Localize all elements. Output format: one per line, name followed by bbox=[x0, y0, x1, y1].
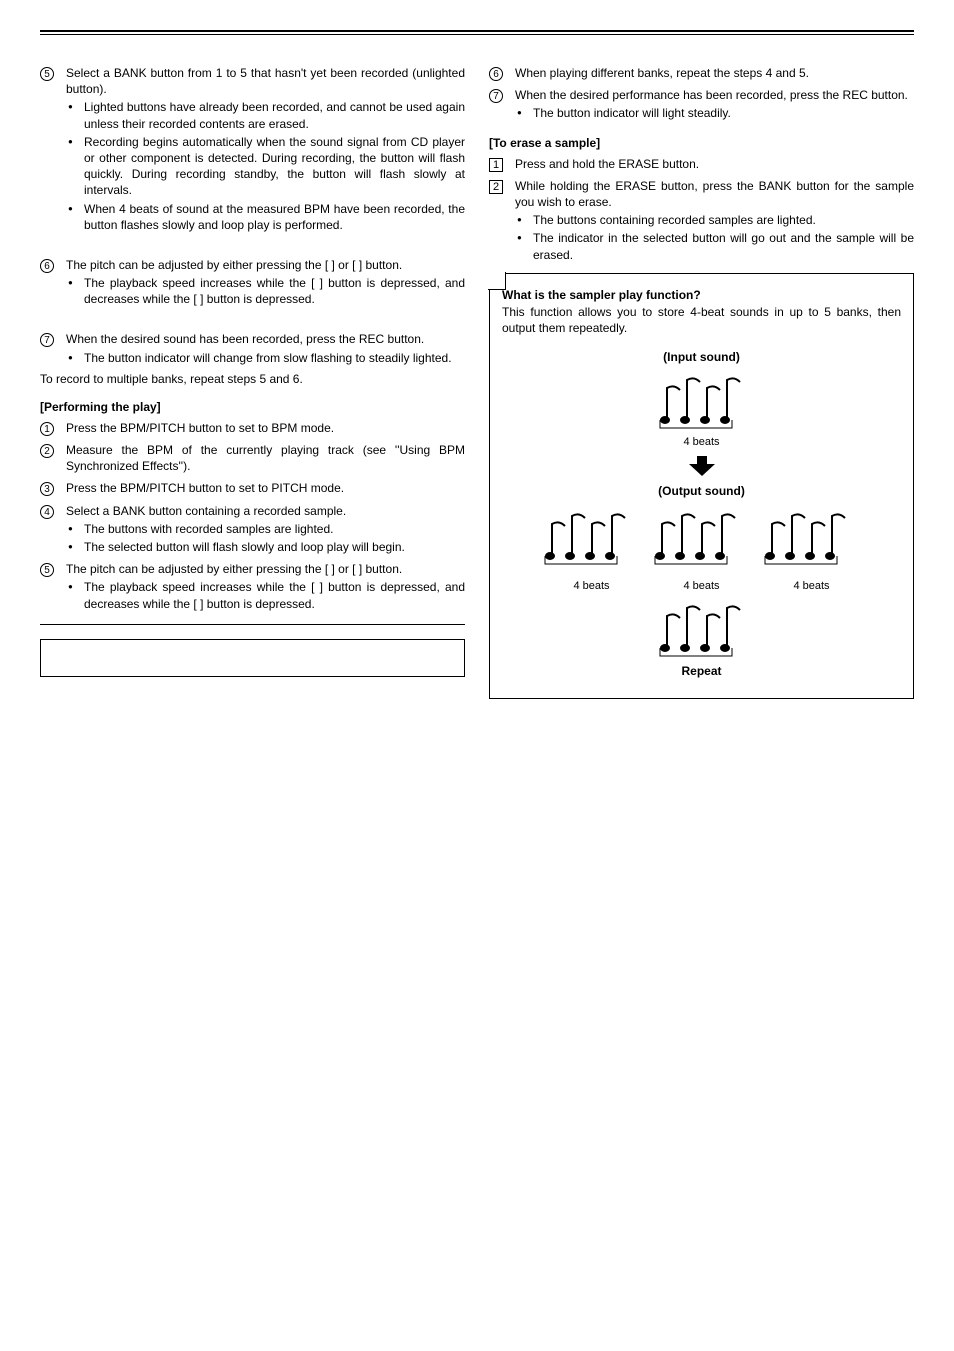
right-step-7-num: 7 bbox=[489, 87, 515, 121]
right-step-6-body: When playing different banks, repeat the… bbox=[515, 65, 914, 81]
erase-step-2: 2 While holding the ERASE button, press … bbox=[489, 178, 914, 263]
left-bottom-rule bbox=[40, 624, 465, 625]
music-notes-output-icon bbox=[537, 504, 867, 574]
play-step-4-num: 4 bbox=[40, 503, 66, 556]
note-box bbox=[40, 639, 465, 677]
play-step-3-body: Press the BPM/PITCH button to set to PIT… bbox=[66, 480, 465, 496]
step-5-bullet-3-text: When 4 beats of sound at the measured BP… bbox=[84, 201, 465, 233]
bullet-icon: ● bbox=[66, 350, 84, 366]
bullet-icon: ● bbox=[66, 99, 84, 131]
step-5-lead: Select a BANK button from 1 to 5 that ha… bbox=[66, 65, 465, 97]
erase-title: [To erase a sample] bbox=[489, 136, 914, 150]
erase-step-2-num: 2 bbox=[489, 178, 515, 263]
play-step-3: 3 Press the BPM/PITCH button to set to P… bbox=[40, 480, 465, 496]
play-step-5: 5 The pitch can be adjusted by either pr… bbox=[40, 561, 465, 612]
play-title: [Performing the play] bbox=[40, 400, 465, 414]
right-step-7-bullet: ● The button indicator will light steadi… bbox=[515, 105, 914, 121]
step-6-bullet-text: The playback speed increases while the [… bbox=[84, 275, 465, 307]
step-7-bullet-text: The button indicator will change from sl… bbox=[84, 350, 465, 366]
step-6-bullet: ● The playback speed increases while the… bbox=[66, 275, 465, 307]
erase-bullet-1: ● The buttons containing recorded sample… bbox=[515, 212, 914, 228]
play-step-2-body: Measure the BPM of the currently playing… bbox=[66, 442, 465, 474]
music-notes-input-icon bbox=[652, 370, 752, 430]
step-5: 5 Select a BANK button from 1 to 5 that … bbox=[40, 65, 465, 233]
erase-step-1: 1 Press and hold the ERASE button. bbox=[489, 156, 914, 172]
play-step-4-bullet-1: ● The buttons with recorded samples are … bbox=[66, 521, 465, 537]
step-6-body: The pitch can be adjusted by either pres… bbox=[66, 257, 465, 273]
sampler-info-panel: What is the sampler play function? This … bbox=[489, 273, 914, 699]
step-7-body: When the desired sound has been recorded… bbox=[66, 331, 465, 347]
figure-4beat-1: 4 beats bbox=[573, 580, 609, 592]
step-5-bullet-3: ● When 4 beats of sound at the measured … bbox=[66, 201, 465, 233]
play-step-4-bullet-2: ● The selected button will flash slowly … bbox=[66, 539, 465, 555]
right-step-7: 7 When the desired performance has been … bbox=[489, 87, 914, 121]
panel-body: This function allows you to store 4-beat… bbox=[502, 304, 901, 336]
erase-bullet-2: ● The indicator in the selected button w… bbox=[515, 230, 914, 262]
step-5-bullet-2-text: Recording begins automatically when the … bbox=[84, 134, 465, 199]
play-step-3-num: 3 bbox=[40, 480, 66, 496]
bullet-icon: ● bbox=[66, 521, 84, 537]
bullet-icon: ● bbox=[66, 134, 84, 199]
play-step-5-num: 5 bbox=[40, 561, 66, 612]
two-column-layout: 5 Select a BANK button from 1 to 5 that … bbox=[40, 65, 914, 699]
right-column: 6 When playing different banks, repeat t… bbox=[489, 65, 914, 699]
step-number-6: 6 bbox=[40, 257, 66, 308]
bullet-icon: ● bbox=[515, 212, 533, 228]
play-step-5-bullet-text: The playback speed increases while the [… bbox=[84, 579, 465, 611]
play-step-1-num: 1 bbox=[40, 420, 66, 436]
step-number-5: 5 bbox=[40, 65, 66, 233]
step-number-7: 7 bbox=[40, 331, 66, 365]
erase-step-1-num: 1 bbox=[489, 156, 515, 172]
multi-bank-note: To record to multiple banks, repeat step… bbox=[40, 372, 465, 386]
figure-input-label: (Input sound) bbox=[663, 350, 740, 364]
bullet-icon: ● bbox=[66, 275, 84, 307]
play-step-5-bullet: ● The playback speed increases while the… bbox=[66, 579, 465, 611]
play-step-4-body: Select a BANK button containing a record… bbox=[66, 503, 465, 519]
step-6: 6 The pitch can be adjusted by either pr… bbox=[40, 257, 465, 308]
erase-step-2-body: While holding the ERASE button, press th… bbox=[515, 178, 914, 210]
bullet-icon: ● bbox=[66, 539, 84, 555]
page-top-rule bbox=[40, 30, 914, 35]
panel-corner-notch bbox=[488, 272, 506, 290]
arrow-down-icon bbox=[687, 454, 717, 478]
step-7-bullet: ● The button indicator will change from … bbox=[66, 350, 465, 366]
figure-4beat-2: 4 beats bbox=[683, 580, 719, 592]
erase-bullet-2-text: The indicator in the selected button wil… bbox=[533, 230, 914, 262]
play-step-4: 4 Select a BANK button containing a reco… bbox=[40, 503, 465, 556]
bullet-icon: ● bbox=[515, 230, 533, 262]
play-step-2-num: 2 bbox=[40, 442, 66, 474]
erase-bullet-1-text: The buttons containing recorded samples … bbox=[533, 212, 914, 228]
play-step-1-body: Press the BPM/PITCH button to set to BPM… bbox=[66, 420, 465, 436]
right-step-7-bullet-text: The button indicator will light steadily… bbox=[533, 105, 914, 121]
panel-heading: What is the sampler play function? bbox=[502, 288, 901, 302]
play-step-1: 1 Press the BPM/PITCH button to set to B… bbox=[40, 420, 465, 436]
bullet-icon: ● bbox=[66, 579, 84, 611]
right-step-7-body: When the desired performance has been re… bbox=[515, 87, 914, 103]
right-step-6-num: 6 bbox=[489, 65, 515, 81]
play-step-4-bullet-1-text: The buttons with recorded samples are li… bbox=[84, 521, 465, 537]
figure-4beats-label: 4 beats bbox=[683, 436, 719, 448]
bullet-icon: ● bbox=[515, 105, 533, 121]
step-7: 7 When the desired sound has been record… bbox=[40, 331, 465, 365]
figure-output-label: (Output sound) bbox=[658, 484, 745, 498]
step-5-bullet-1: ● Lighted buttons have already been reco… bbox=[66, 99, 465, 131]
erase-step-1-body: Press and hold the ERASE button. bbox=[515, 156, 914, 172]
figure-4beat-labels-row: 4 beats 4 beats 4 beats bbox=[537, 580, 867, 592]
figure-repeat-label: Repeat bbox=[681, 664, 721, 678]
step-5-bullet-1-text: Lighted buttons have already been record… bbox=[84, 99, 465, 131]
figure-area: (Input sound) 4 beats bbox=[502, 350, 901, 678]
play-step-2: 2 Measure the BPM of the currently playi… bbox=[40, 442, 465, 474]
left-column: 5 Select a BANK button from 1 to 5 that … bbox=[40, 65, 465, 699]
play-step-5-body: The pitch can be adjusted by either pres… bbox=[66, 561, 465, 577]
figure-4beat-3: 4 beats bbox=[793, 580, 829, 592]
bullet-icon: ● bbox=[66, 201, 84, 233]
step-5-bullet-2: ● Recording begins automatically when th… bbox=[66, 134, 465, 199]
right-step-6: 6 When playing different banks, repeat t… bbox=[489, 65, 914, 81]
music-notes-repeat-icon bbox=[652, 598, 752, 658]
play-step-4-bullet-2-text: The selected button will flash slowly an… bbox=[84, 539, 465, 555]
